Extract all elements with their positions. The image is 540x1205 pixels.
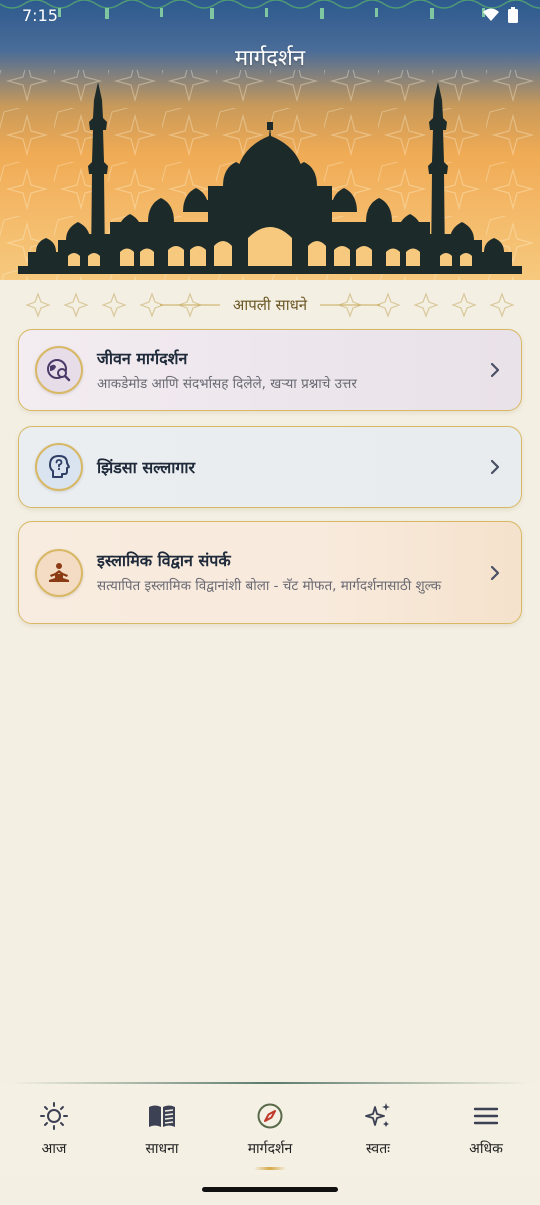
- head-question-icon: [35, 443, 83, 491]
- card-title: इस्लामिक विद्वान संपर्क: [97, 551, 231, 570]
- status-time: 7:15: [22, 5, 58, 25]
- nav-label: मार्गदर्शन: [247, 1141, 293, 1157]
- battery-icon: [508, 7, 518, 23]
- section-header: आपली साधने: [0, 288, 540, 322]
- card-title: झिंडसा सल्लागार: [97, 458, 196, 477]
- card-text: इस्लामिक विद्वान संपर्क सत्यापित इस्लामि…: [97, 549, 485, 596]
- nav-label: अधिक: [469, 1141, 503, 1157]
- card-text: जीवन मार्गदर्शन आकडेमोड आणि संदर्भासह दि…: [97, 347, 485, 394]
- nav-item-guidance[interactable]: मार्गदर्शन: [216, 1100, 324, 1158]
- nav-item-today[interactable]: आज: [0, 1100, 108, 1158]
- nav-item-self[interactable]: स्वतः: [324, 1100, 432, 1158]
- active-tab-indicator: [254, 1167, 286, 1170]
- globe-search-icon: [35, 346, 83, 394]
- gesture-home-bar[interactable]: [202, 1187, 338, 1192]
- nav-item-more[interactable]: अधिक: [432, 1100, 540, 1158]
- compass-icon: [216, 1100, 324, 1132]
- section-label: आपली साधने: [224, 296, 316, 314]
- book-icon: [108, 1100, 216, 1132]
- nav-label: स्वतः: [365, 1141, 391, 1157]
- status-icons: [482, 7, 518, 23]
- bottom-nav: आज साधना मार्गदर्शन स्वतः अधिक: [0, 1082, 540, 1175]
- card-text: झिंडसा सल्लागार: [97, 456, 485, 478]
- nav-divider: [10, 1082, 530, 1084]
- chevron-right-icon: [485, 458, 505, 476]
- screen: 7:15 मार्गदर्शन आपली साधने जीवन मार्गदर्…: [0, 0, 540, 1205]
- card-scholar-contact[interactable]: इस्लामिक विद्वान संपर्क सत्यापित इस्लामि…: [18, 521, 522, 624]
- menu-icon: [432, 1100, 540, 1132]
- mosque-silhouette: [18, 82, 522, 274]
- nav-label: आज: [41, 1141, 67, 1157]
- sparkles-icon: [324, 1100, 432, 1132]
- nav-label: साधना: [145, 1141, 179, 1157]
- nav-item-practice[interactable]: साधना: [108, 1100, 216, 1158]
- card-title: जीवन मार्गदर्शन: [97, 348, 188, 368]
- header-hero: 7:15 मार्गदर्शन: [0, 0, 540, 280]
- chevron-right-icon: [485, 564, 505, 582]
- chevron-right-icon: [485, 361, 505, 379]
- card-subtitle: आकडेमोड आणि संदर्भासह दिलेले, खऱ्या प्रश…: [97, 375, 357, 392]
- page-title: मार्गदर्शन: [234, 46, 306, 71]
- sun-icon: [0, 1100, 108, 1132]
- meditation-person-icon: [35, 548, 83, 597]
- card-life-guidance[interactable]: जीवन मार्गदर्शन आकडेमोड आणि संदर्भासह दि…: [18, 329, 522, 411]
- wifi-icon: [483, 8, 499, 21]
- card-subtitle: सत्यापित इस्लामिक विद्वानांशी बोला - चॅट…: [97, 578, 442, 594]
- status-bar: 7:15: [0, 0, 540, 30]
- card-advisor[interactable]: झिंडसा सल्लागार: [18, 426, 522, 508]
